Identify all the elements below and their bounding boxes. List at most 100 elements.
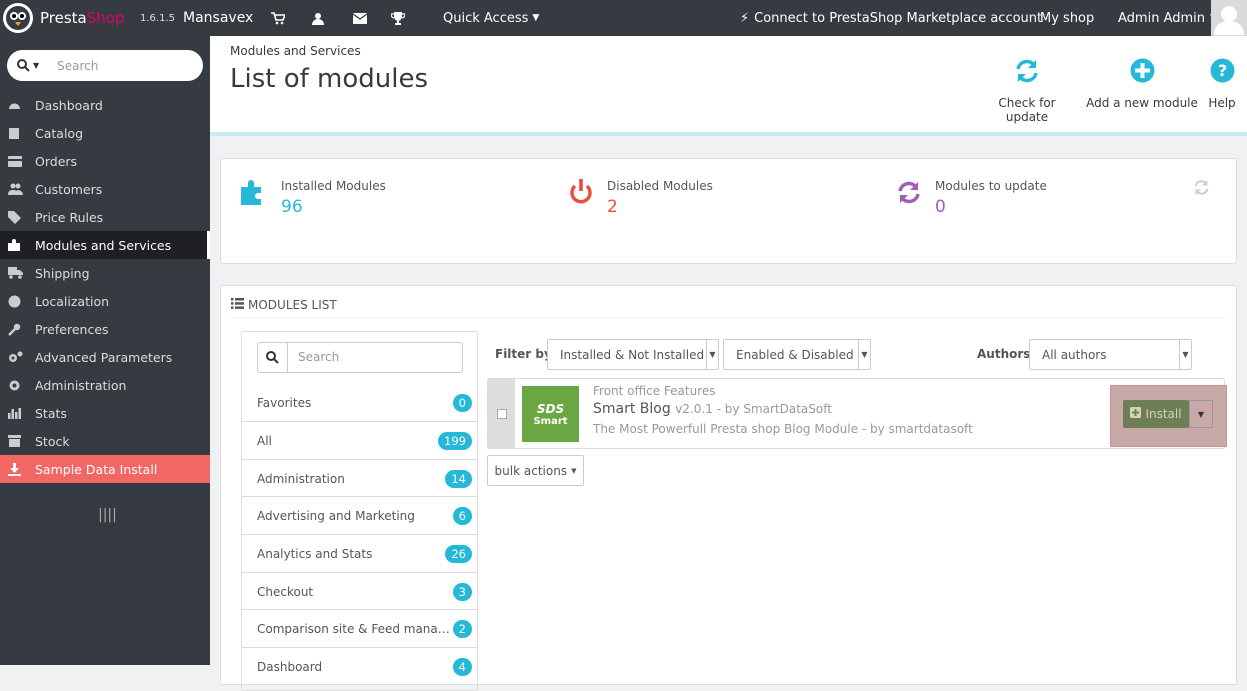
kpi-value: 2 [607, 197, 618, 217]
quick-access-menu[interactable]: Quick Access ▼ [443, 0, 539, 36]
my-shop-link[interactable]: My shop [1040, 0, 1094, 36]
kpi-refresh-icon[interactable] [1193, 179, 1210, 200]
module-category: Front office Features [593, 384, 716, 398]
trophy-icon[interactable] [391, 0, 405, 36]
module-title: Smart Blog [593, 401, 671, 417]
category-item[interactable]: Analytics and Stats 26 [242, 534, 477, 572]
puzzle-icon [241, 179, 267, 217]
bulk-actions-button[interactable]: bulk actions ▼ [487, 455, 584, 486]
sidebar-search[interactable]: ▼ Search [7, 50, 203, 81]
search-icon[interactable]: ▼ [17, 59, 39, 72]
module-logo-line2: Smart [533, 415, 568, 427]
tags-icon [0, 210, 35, 224]
category-item[interactable]: Checkout 3 [242, 572, 477, 610]
category-item[interactable]: Advertising and Marketing 6 [242, 496, 477, 534]
category-label: Favorites [257, 396, 312, 410]
category-item[interactable]: All 199 [242, 421, 477, 459]
plug-icon: ⚡ [740, 10, 750, 26]
sidebar-item-modules[interactable]: Modules and Services [0, 231, 210, 259]
brand-presta: Presta [40, 9, 87, 27]
category-label: All [257, 433, 272, 448]
credit-card-icon [0, 155, 35, 167]
category-label: Dashboard [257, 659, 323, 674]
collapse-sidebar-icon[interactable]: |||| [98, 507, 117, 523]
avatar[interactable] [1211, 0, 1247, 36]
kpi-installed[interactable]: Installed Modules 96 [241, 179, 386, 217]
sidebar-item-advanced-parameters[interactable]: Advanced Parameters [0, 343, 210, 371]
marketplace-connect-link[interactable]: ⚡ Connect to PrestaShop Marketplace accou… [740, 0, 1042, 36]
store-name[interactable]: Mansavex [183, 0, 253, 36]
cogs-icon [0, 351, 35, 364]
users-icon [0, 183, 35, 195]
category-label: Administration [257, 471, 345, 486]
sidebar-item-administration[interactable]: Administration [0, 371, 210, 399]
employee-name: Admin Admin [1118, 10, 1205, 26]
category-search[interactable]: Search [257, 342, 463, 373]
sidebar-item-label: Sample Data Install [35, 461, 158, 477]
puzzle-icon [0, 238, 35, 252]
globe-icon [0, 295, 35, 308]
enable-filter-select[interactable]: Enabled & Disabled ▼ [723, 339, 871, 370]
install-button[interactable]: Install [1123, 400, 1189, 428]
svg-text:?: ? [1217, 61, 1226, 80]
sidebar-item-label: Preferences [35, 321, 109, 337]
category-count-badge: 4 [452, 657, 472, 676]
install-options-caret[interactable]: ▼ [1189, 400, 1213, 428]
quick-access-label: Quick Access [443, 10, 529, 26]
download-icon [0, 462, 35, 476]
dashboard-icon [0, 99, 35, 112]
authors-select[interactable]: All authors ▼ [1029, 339, 1192, 370]
category-list: Search Favorites 0 All 199 Administration 1… [241, 331, 478, 691]
sidebar-item-label: Localization [35, 293, 110, 309]
sidebar-item-label: Price Rules [35, 209, 104, 225]
category-item[interactable]: Comparison site & Feed mana… 2 [242, 609, 477, 647]
filter-by-label: Filter by [495, 347, 552, 361]
module-checkbox-cell[interactable] [488, 379, 515, 448]
sidebar-item-label: Modules and Services [35, 237, 172, 253]
sidebar-item-label: Dashboard [35, 97, 103, 113]
module-logo-line1: SDS [536, 401, 565, 416]
category-item[interactable]: Administration 14 [242, 459, 477, 497]
truck-icon [0, 267, 35, 279]
kpi-row: Installed Modules 96 Disabled Modules 2 Mo… [220, 158, 1237, 264]
sidebar-item-localization[interactable]: Localization [0, 287, 210, 315]
sidebar-item-orders[interactable]: Orders [0, 147, 210, 175]
module-checkbox[interactable] [496, 408, 507, 419]
envelope-icon[interactable] [353, 0, 367, 36]
sidebar-item-dashboard[interactable]: Dashboard [0, 91, 210, 119]
sidebar-item-sample-data[interactable]: Sample Data Install [0, 455, 210, 483]
help-button[interactable]: ? Help [1206, 58, 1238, 110]
sidebar-item-stock[interactable]: Stock [0, 427, 210, 455]
sidebar-item-customers[interactable]: Customers [0, 175, 210, 203]
sidebar-item-preferences[interactable]: Preferences [0, 315, 210, 343]
bar-chart-icon [0, 407, 35, 419]
panel-title-label: MODULES LIST [248, 297, 337, 312]
sidebar-item-shipping[interactable]: Shipping [0, 259, 210, 287]
cart-icon[interactable] [271, 0, 285, 36]
category-count-badge: 6 [452, 506, 472, 525]
kpi-label: Disabled Modules [607, 179, 713, 193]
category-label: Comparison site & Feed mana… [257, 621, 450, 636]
module-description: The Most Powerfull Presta shop Blog Modu… [593, 422, 973, 436]
category-search-input[interactable]: Search [288, 343, 339, 372]
sidebar-item-price-rules[interactable]: Price Rules [0, 203, 210, 231]
add-module-label: Add a new module [1086, 96, 1198, 110]
power-off-icon [569, 179, 593, 217]
kpi-disabled[interactable]: Disabled Modules 2 [569, 179, 713, 217]
employee-menu[interactable]: Admin Admin▼ [1118, 0, 1217, 36]
add-module-button[interactable]: Add a new module [1086, 58, 1198, 110]
sidebar-item-label: Orders [35, 153, 78, 169]
sidebar-item-stats[interactable]: Stats [0, 399, 210, 427]
category-item[interactable]: Dashboard 4 [242, 647, 477, 685]
select-value: Enabled & Disabled [736, 347, 854, 362]
kpi-update[interactable]: Modules to update 0 [897, 179, 1047, 217]
version-label: 1.6.1.5 [140, 12, 175, 24]
sidebar-item-catalog[interactable]: Catalog [0, 119, 210, 147]
customer-icon[interactable] [312, 0, 324, 36]
search-icon[interactable] [258, 343, 288, 372]
check-update-button[interactable]: Check for update [978, 58, 1076, 124]
search-input[interactable]: Search [57, 59, 98, 73]
prestashop-logo[interactable] [3, 3, 33, 33]
category-item[interactable]: Favorites 0 [242, 384, 477, 422]
install-filter-select[interactable]: Installed & Not Installed ▼ [547, 339, 719, 370]
